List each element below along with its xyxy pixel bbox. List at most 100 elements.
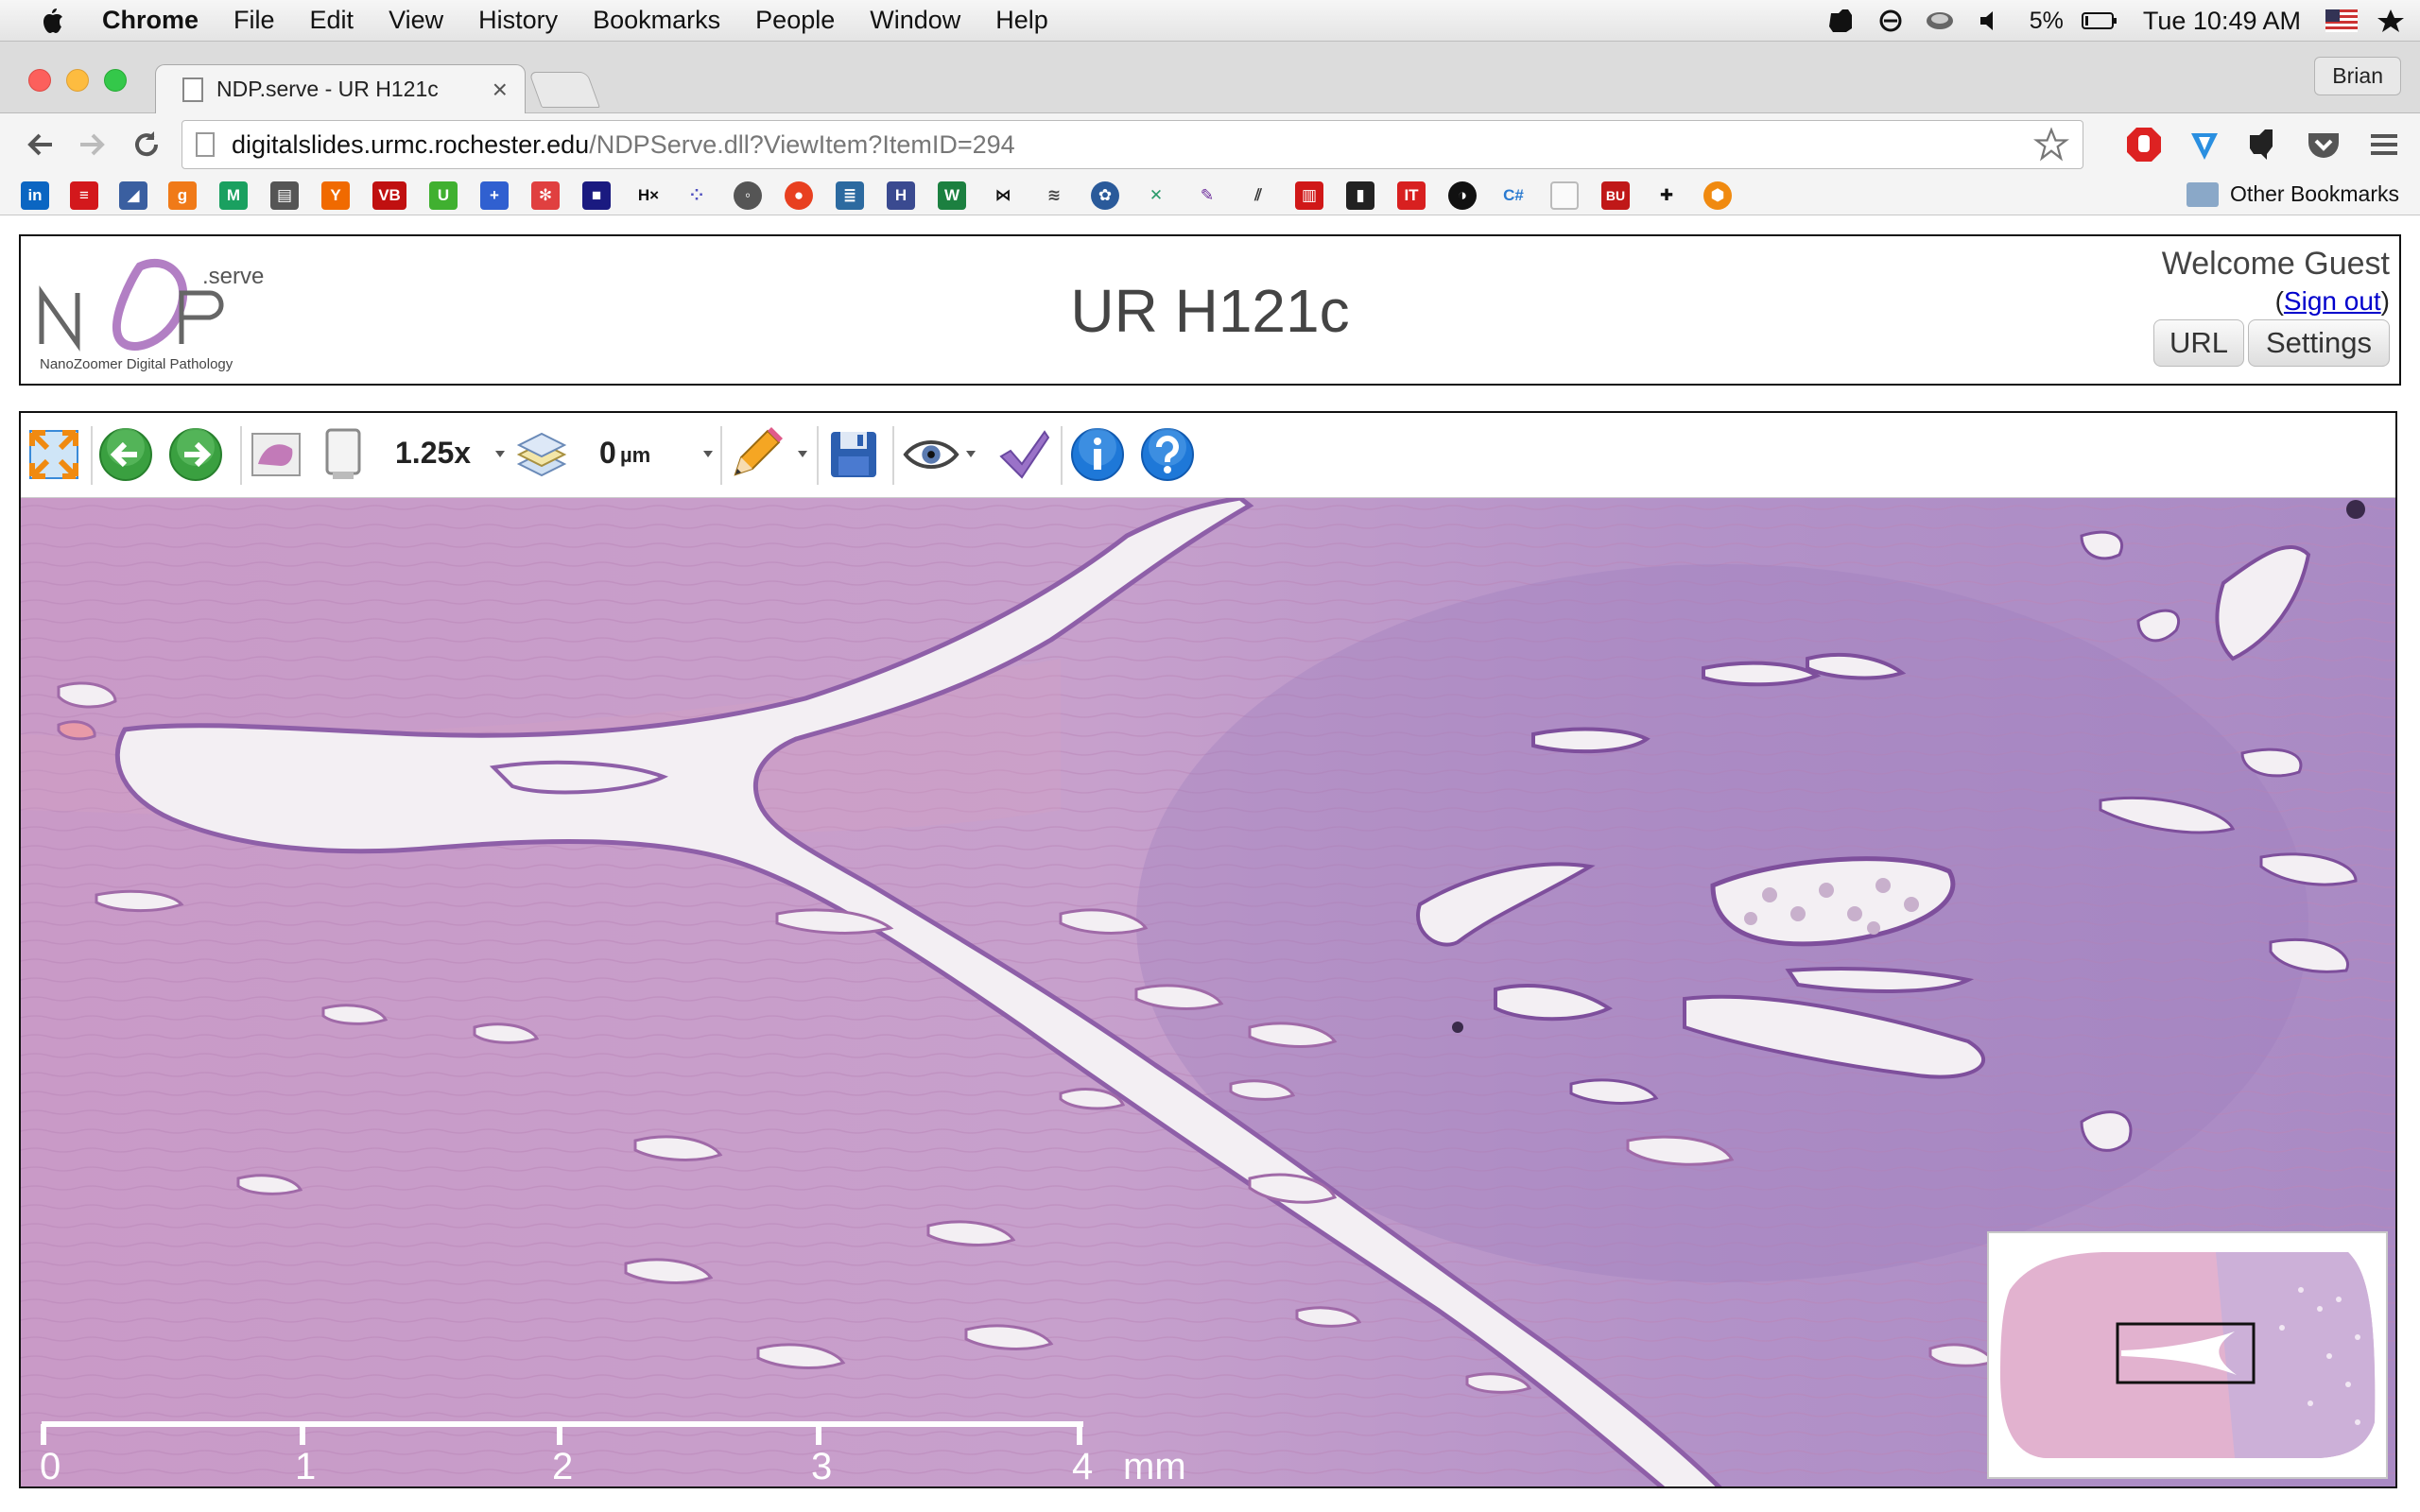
bu-bookmark-icon[interactable]: BU bbox=[1601, 181, 1630, 210]
adblock-extension-icon[interactable] bbox=[2123, 124, 2165, 165]
url-button[interactable]: URL bbox=[2153, 319, 2244, 367]
address-bar[interactable]: digitalslides.urmc.rochester.edu/NDPServ… bbox=[182, 120, 2083, 169]
pinwheel-bookmark-icon[interactable]: ✻ bbox=[531, 181, 560, 210]
scale-unit: mm bbox=[1123, 1446, 1186, 1487]
menu-history[interactable]: History bbox=[478, 6, 558, 35]
layers-button[interactable] bbox=[512, 425, 571, 484]
browser-toolbar: digitalslides.urmc.rochester.edu/NDPServ… bbox=[0, 113, 2420, 176]
lines-bookmark-icon[interactable]: ⫽ bbox=[1244, 181, 1272, 210]
wifi-icon[interactable] bbox=[1924, 8, 1956, 34]
help-button[interactable] bbox=[1138, 425, 1197, 484]
slide-overview-button[interactable] bbox=[246, 425, 304, 484]
forward-view-button[interactable] bbox=[166, 425, 225, 484]
reload-button[interactable] bbox=[125, 123, 168, 166]
dots-bookmark-icon[interactable]: ⁘ bbox=[683, 181, 711, 210]
u-bookmark-icon[interactable]: U bbox=[429, 181, 458, 210]
octopus-bookmark-icon[interactable]: ✿ bbox=[1091, 181, 1119, 210]
evernote-extension-icon[interactable] bbox=[2240, 124, 2282, 165]
vb-bookmark-icon[interactable]: VB bbox=[372, 181, 406, 210]
visibility-dropdown-icon[interactable] bbox=[966, 451, 976, 457]
save-button[interactable] bbox=[824, 425, 883, 484]
g-bookmark-icon[interactable]: g bbox=[168, 181, 197, 210]
cross-bookmark-icon[interactable]: ✚ bbox=[1652, 181, 1681, 210]
flag-bookmark-icon[interactable]: ◢ bbox=[119, 181, 147, 210]
annotate-dropdown-icon[interactable] bbox=[798, 451, 807, 457]
blank-page-bookmark-icon[interactable] bbox=[1550, 181, 1579, 210]
profile-button[interactable]: Brian bbox=[2314, 57, 2401, 95]
circle-bookmark-icon[interactable]: ◑ bbox=[1448, 181, 1477, 210]
forward-button[interactable] bbox=[70, 123, 113, 166]
clock[interactable]: Tue 10:49 AM bbox=[2143, 7, 2301, 36]
sync-icon[interactable] bbox=[1875, 8, 1907, 34]
news-bookmark-icon[interactable]: ▤ bbox=[270, 181, 299, 210]
slide-image[interactable]: 0 1 2 3 4 mm bbox=[21, 498, 2395, 1487]
linkedin-bookmark-icon[interactable]: in bbox=[21, 181, 49, 210]
database-bookmark-icon[interactable]: ≣ bbox=[836, 181, 864, 210]
pocket-extension-icon[interactable] bbox=[2303, 124, 2344, 165]
chrome-menu-icon[interactable] bbox=[2363, 124, 2405, 165]
slide-label-button[interactable] bbox=[314, 425, 372, 484]
menu-bookmarks[interactable]: Bookmarks bbox=[593, 6, 720, 35]
back-button[interactable] bbox=[19, 123, 62, 166]
hx-bookmark-icon[interactable]: H× bbox=[630, 181, 667, 210]
orange-bookmark-icon[interactable]: ⬢ bbox=[1703, 181, 1732, 210]
focus-unit: µm bbox=[620, 443, 651, 467]
menu-help[interactable]: Help bbox=[995, 6, 1048, 35]
tab-ndp-serve[interactable]: NDP.serve - UR H121c × bbox=[155, 64, 526, 113]
chart-bookmark-icon[interactable]: ▥ bbox=[1295, 181, 1323, 210]
close-window-button[interactable] bbox=[28, 69, 51, 92]
apppress-bookmark-icon[interactable]: ◦ bbox=[734, 181, 762, 210]
it-bookmark-icon[interactable]: IT bbox=[1397, 181, 1426, 210]
menu-view[interactable]: View bbox=[389, 6, 443, 35]
ycombinator-bookmark-icon[interactable]: Y bbox=[321, 181, 350, 210]
menu-chrome[interactable]: Chrome bbox=[102, 6, 199, 35]
slide-viewer: 1.25x 0 µm 0 1 2 3 4 mm bbox=[19, 411, 2397, 1488]
new-tab-button[interactable] bbox=[528, 72, 600, 108]
other-bookmarks-folder[interactable]: Other Bookmarks bbox=[2187, 181, 2399, 207]
tomato-bookmark-icon[interactable]: ● bbox=[785, 181, 813, 210]
vpn-extension-icon[interactable] bbox=[2184, 124, 2225, 165]
csharp-bookmark-icon[interactable]: C# bbox=[1499, 181, 1528, 210]
annotate-button[interactable] bbox=[726, 425, 785, 484]
maximize-window-button[interactable] bbox=[104, 69, 127, 92]
sign-out-link[interactable]: Sign out bbox=[2284, 286, 2381, 316]
stripes-bookmark-icon[interactable]: ≋ bbox=[1040, 181, 1068, 210]
h-bookmark-icon[interactable]: H bbox=[887, 181, 915, 210]
minimize-window-button[interactable] bbox=[66, 69, 89, 92]
evernote-icon[interactable] bbox=[1825, 8, 1858, 34]
battery-icon[interactable] bbox=[2081, 8, 2118, 34]
layers-icon bbox=[516, 432, 567, 477]
m-bookmark-icon[interactable]: M bbox=[219, 181, 248, 210]
info-button[interactable] bbox=[1068, 425, 1127, 484]
menu-edit[interactable]: Edit bbox=[310, 6, 354, 35]
green-forward-arrow-icon bbox=[169, 428, 222, 481]
focus-value[interactable]: 0 bbox=[599, 436, 616, 471]
close-tab-button[interactable]: × bbox=[493, 75, 508, 105]
approve-button[interactable] bbox=[994, 425, 1053, 484]
dark-bookmark-icon[interactable]: ▮ bbox=[1346, 181, 1374, 210]
plus-bookmark-icon[interactable]: + bbox=[480, 181, 509, 210]
apple-icon[interactable] bbox=[38, 5, 70, 37]
menu-file[interactable]: File bbox=[233, 6, 275, 35]
volume-icon[interactable] bbox=[1973, 8, 2005, 34]
w-bookmark-icon[interactable]: W bbox=[938, 181, 966, 210]
us-flag-icon[interactable] bbox=[2325, 8, 2358, 34]
bow-bookmark-icon[interactable]: ⋈ bbox=[989, 181, 1017, 210]
network-bookmark-icon[interactable]: ✕ bbox=[1142, 181, 1170, 210]
bookmark-star-icon[interactable] bbox=[2033, 127, 2069, 163]
focus-dropdown-icon[interactable] bbox=[703, 451, 713, 457]
star-icon[interactable] bbox=[2375, 8, 2407, 34]
menu-window[interactable]: Window bbox=[870, 6, 960, 35]
zoom-level[interactable]: 1.25x bbox=[395, 436, 471, 471]
feather-bookmark-icon[interactable]: ✎ bbox=[1193, 181, 1221, 210]
settings-button[interactable]: Settings bbox=[2248, 319, 2390, 367]
fullscreen-button[interactable] bbox=[25, 425, 83, 484]
menu-people[interactable]: People bbox=[755, 6, 835, 35]
visibility-button[interactable] bbox=[902, 425, 960, 484]
zoom-dropdown-icon[interactable] bbox=[495, 451, 505, 457]
grid-bookmark-icon[interactable]: ■ bbox=[582, 181, 611, 210]
slide-overview-thumbnail[interactable] bbox=[1987, 1231, 2388, 1479]
toolbar-divider bbox=[892, 426, 894, 485]
red-stripes-bookmark-icon[interactable]: ≡ bbox=[70, 181, 98, 210]
back-view-button[interactable] bbox=[96, 425, 155, 484]
